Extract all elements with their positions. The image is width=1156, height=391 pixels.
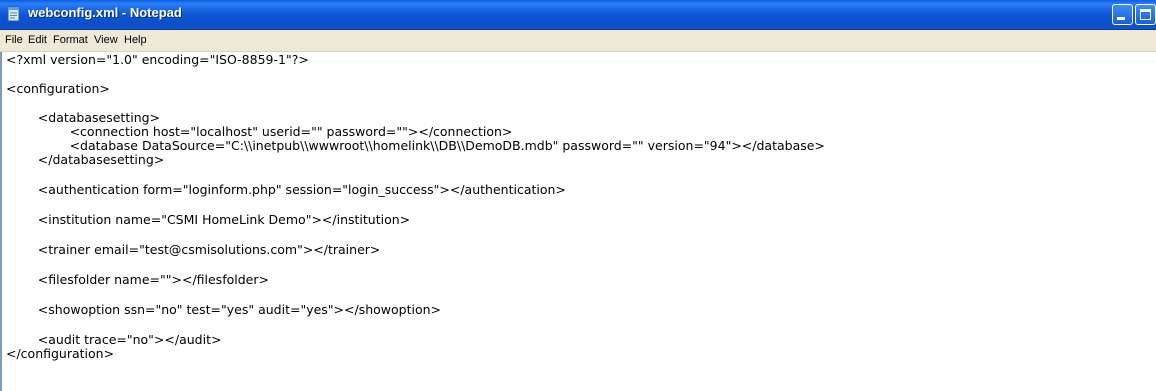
menu-bar: File Edit Format View Help [0,30,1156,52]
menu-edit[interactable]: Edit [28,34,47,46]
editor-line: <trainer email="test@csmisolutions.com">… [6,242,381,257]
editor-line: </databasesetting> [6,152,165,167]
editor-line: <filesfolder name=""></filesfolder> [6,272,269,287]
maximize-button[interactable] [1135,4,1156,25]
title-bar[interactable]: webconfig.xml - Notepad [0,0,1156,30]
editor-line: <authentication form="loginform.php" ses… [6,182,566,197]
menu-format[interactable]: Format [53,34,88,46]
text-editor[interactable]: <?xml version="1.0" encoding="ISO-8859-1… [0,52,1156,391]
menu-view[interactable]: View [94,34,118,46]
minimize-button[interactable] [1112,4,1133,25]
editor-line: <?xml version="1.0" encoding="ISO-8859-1… [6,52,309,67]
editor-line: <configuration> [6,81,110,96]
window-title: webconfig.xml - Notepad [28,5,182,20]
maximize-icon [1140,9,1151,20]
editor-line: <institution name="CSMI HomeLink Demo"><… [6,212,411,227]
editor-line: <database DataSource="C:\\inetpub\\wwwro… [6,138,825,153]
menu-file[interactable]: File [5,34,23,46]
editor-line: <connection host="localhost" userid="" p… [6,124,513,139]
editor-line: <showoption ssn="no" test="yes" audit="y… [6,302,442,317]
editor-line: <databasesetting> [6,110,161,125]
menu-help[interactable]: Help [124,34,147,46]
notepad-icon [7,6,20,22]
editor-line: <audit trace="no"></audit> [6,332,222,347]
minimize-icon [1117,17,1125,20]
editor-line: </configuration> [6,346,115,361]
